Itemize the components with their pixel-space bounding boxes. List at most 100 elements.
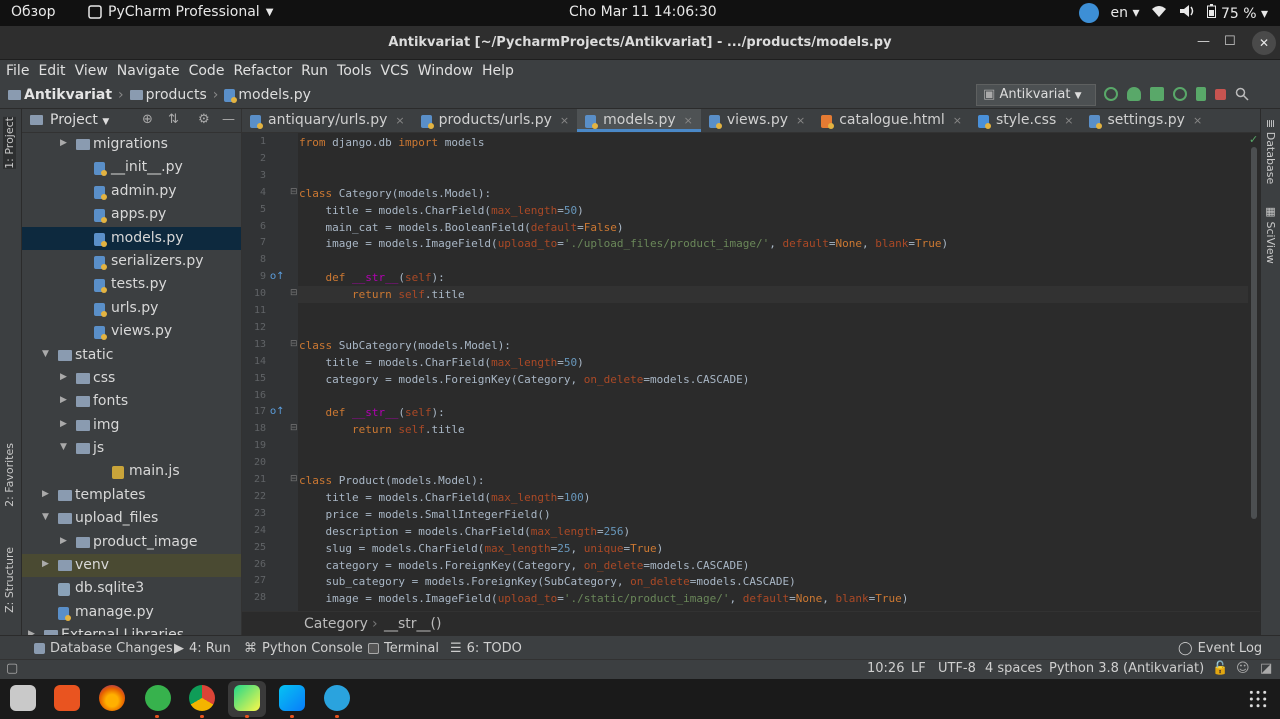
line-separator[interactable]: LF: [911, 661, 926, 676]
app-menu[interactable]: PyCharm Professional ▼: [88, 4, 273, 20]
tree-folder[interactable]: ▼ upload_files: [22, 507, 241, 530]
breadcrumb-folder[interactable]: products: [129, 87, 207, 103]
menu-navigate[interactable]: Navigate: [117, 63, 180, 79]
code-line[interactable]: class SubCategory(models.Model):: [299, 339, 511, 352]
tree-folder[interactable]: ▶ migrations: [22, 133, 241, 156]
coverage-icon[interactable]: [1150, 87, 1164, 101]
editor-tab[interactable]: settings.py ×: [1081, 109, 1210, 132]
breadcrumb-file[interactable]: models.py: [224, 87, 311, 103]
chevron-right-icon[interactable]: ▶: [60, 372, 67, 382]
clock[interactable]: Cho Mar 11 14:06:30: [569, 4, 717, 20]
code-line[interactable]: return self.title: [299, 288, 465, 301]
system-tray[interactable]: en ▾ 75 % ▾: [1078, 3, 1268, 23]
tree-folder[interactable]: ▼ static: [22, 344, 241, 367]
fold-icon[interactable]: ⊟: [290, 339, 298, 349]
concurrency-icon[interactable]: [1196, 87, 1206, 101]
scrollbar-thumb[interactable]: [1251, 147, 1257, 519]
chevron-down-icon[interactable]: ▼: [42, 512, 49, 522]
messenger-app-icon[interactable]: [145, 685, 171, 711]
project-view-select[interactable]: Project ▼: [50, 112, 109, 128]
chevron-right-icon[interactable]: ▶: [60, 138, 67, 148]
tool-tab-database-changes[interactable]: Database Changes: [34, 641, 173, 656]
close-tab-icon[interactable]: ×: [684, 114, 693, 127]
editor-tab[interactable]: style.css ×: [970, 109, 1082, 132]
close-tab-icon[interactable]: ×: [560, 114, 569, 127]
search-icon[interactable]: [1235, 87, 1249, 101]
tree-file[interactable]: views.py: [22, 320, 241, 343]
lock-icon[interactable]: 🔓: [1212, 661, 1228, 676]
tree-file[interactable]: models.py: [22, 226, 241, 250]
tree-folder[interactable]: ▶ css: [22, 367, 241, 390]
menu-file[interactable]: File: [6, 63, 29, 79]
tool-tab-event-log[interactable]: ◯ Event Log: [1178, 641, 1262, 656]
chevron-right-icon[interactable]: ▶: [60, 536, 67, 546]
language-indicator[interactable]: en ▾: [1111, 5, 1140, 21]
tree-folder[interactable]: ▶ fonts: [22, 390, 241, 413]
code-line[interactable]: sub_category = models.ForeignKey(SubCate…: [299, 575, 795, 588]
close-tab-icon[interactable]: ×: [395, 114, 404, 127]
tree-file[interactable]: manage.py: [22, 601, 241, 624]
editor-breadcrumb-method[interactable]: __str__(): [384, 616, 441, 632]
caret-position[interactable]: 10:26: [867, 661, 904, 676]
menu-tools[interactable]: Tools: [337, 63, 372, 79]
run-configuration-select[interactable]: ▣ Antikvariat ▼: [976, 84, 1096, 106]
code-line[interactable]: title = models.CharField(max_length=50): [299, 356, 583, 369]
close-tab-icon[interactable]: ×: [1064, 114, 1073, 127]
tree-file[interactable]: admin.py: [22, 180, 241, 203]
maximize-icon[interactable]: ☐: [1224, 34, 1236, 49]
files-app-icon[interactable]: [10, 685, 36, 711]
editor-tab[interactable]: antiquary/urls.py ×: [242, 109, 413, 132]
pycharm-dock-icon[interactable]: [234, 685, 260, 711]
menu-code[interactable]: Code: [189, 63, 225, 79]
profile-icon[interactable]: [1173, 87, 1187, 101]
indent-setting[interactable]: 4 spaces: [985, 661, 1042, 676]
chrome-icon[interactable]: [189, 685, 215, 711]
file-encoding[interactable]: UTF-8: [938, 661, 976, 676]
chevron-right-icon[interactable]: ▶: [60, 395, 67, 405]
software-center-icon[interactable]: [54, 685, 80, 711]
close-icon[interactable]: ✕: [1252, 31, 1276, 55]
fold-icon[interactable]: ⊟: [290, 474, 298, 484]
close-tab-icon[interactable]: ×: [953, 114, 962, 127]
tree-folder[interactable]: ▼ js: [22, 437, 241, 460]
rerun-icon[interactable]: [1104, 87, 1118, 101]
editor-gutter[interactable]: 1 2 3 4 5 6 7 8 9 10 11 12 13 14 15 16 17 18 19 20 21 22 23 24 2…: [242, 133, 298, 611]
code-line[interactable]: slug = models.CharField(max_length=25, u…: [299, 542, 663, 555]
editor-tab[interactable]: models.py ×: [577, 109, 701, 132]
code-line[interactable]: image = models.ImageField(upload_to='./u…: [299, 237, 948, 250]
editor-tab[interactable]: views.py ×: [701, 109, 813, 132]
minimize-icon[interactable]: —: [1197, 34, 1210, 49]
override-method-icon[interactable]: o↑: [270, 271, 285, 282]
code-line[interactable]: main_cat = models.BooleanField(default=F…: [299, 221, 623, 234]
chevron-right-icon[interactable]: ▶: [42, 489, 49, 499]
menu-refactor[interactable]: Refactor: [233, 63, 292, 79]
tool-tab-terminal[interactable]: Terminal: [368, 641, 439, 656]
inspector-icon[interactable]: ☺: [1236, 661, 1250, 676]
tree-file[interactable]: db.sqlite3: [22, 577, 241, 600]
tree-file[interactable]: ▶External Libraries: [22, 624, 241, 635]
tool-tab-database[interactable]: ≣ Database: [1264, 119, 1277, 184]
tool-tab-sciview[interactable]: ▦ SciView: [1264, 205, 1277, 264]
code-line[interactable]: price = models.SmallIntegerField(): [299, 508, 550, 521]
menu-window[interactable]: Window: [418, 63, 473, 79]
code-line[interactable]: image = models.ImageField(upload_to='./s…: [299, 592, 908, 605]
code-line[interactable]: category = models.ForeignKey(Category, o…: [299, 559, 749, 572]
toggle-tool-windows-icon[interactable]: ▢: [6, 661, 18, 676]
fold-icon[interactable]: ⊟: [290, 187, 298, 197]
chevron-right-icon[interactable]: ▶: [60, 419, 67, 429]
editor-tab[interactable]: catalogue.html ×: [813, 109, 970, 132]
firefox-icon[interactable]: [99, 685, 125, 711]
show-applications-icon[interactable]: [1248, 689, 1268, 709]
tree-folder[interactable]: ▶ templates: [22, 484, 241, 507]
tool-tab-python-console[interactable]: ⌘ Python Console: [244, 641, 363, 656]
tree-file[interactable]: tests.py: [22, 273, 241, 296]
battery-indicator[interactable]: 75 % ▾: [1207, 4, 1268, 22]
close-tab-icon[interactable]: ×: [1193, 114, 1202, 127]
stop-icon[interactable]: [1215, 89, 1226, 100]
debug-icon[interactable]: [1127, 87, 1141, 101]
tool-tab-todo[interactable]: ☰ 6: TODO: [450, 641, 522, 656]
tree-folder[interactable]: ▶ venv: [22, 554, 241, 578]
fold-icon[interactable]: ⊟: [290, 423, 298, 433]
tool-tab-project[interactable]: 1: Project: [3, 117, 16, 169]
code-line[interactable]: description = models.CharField(max_lengt…: [299, 525, 630, 538]
